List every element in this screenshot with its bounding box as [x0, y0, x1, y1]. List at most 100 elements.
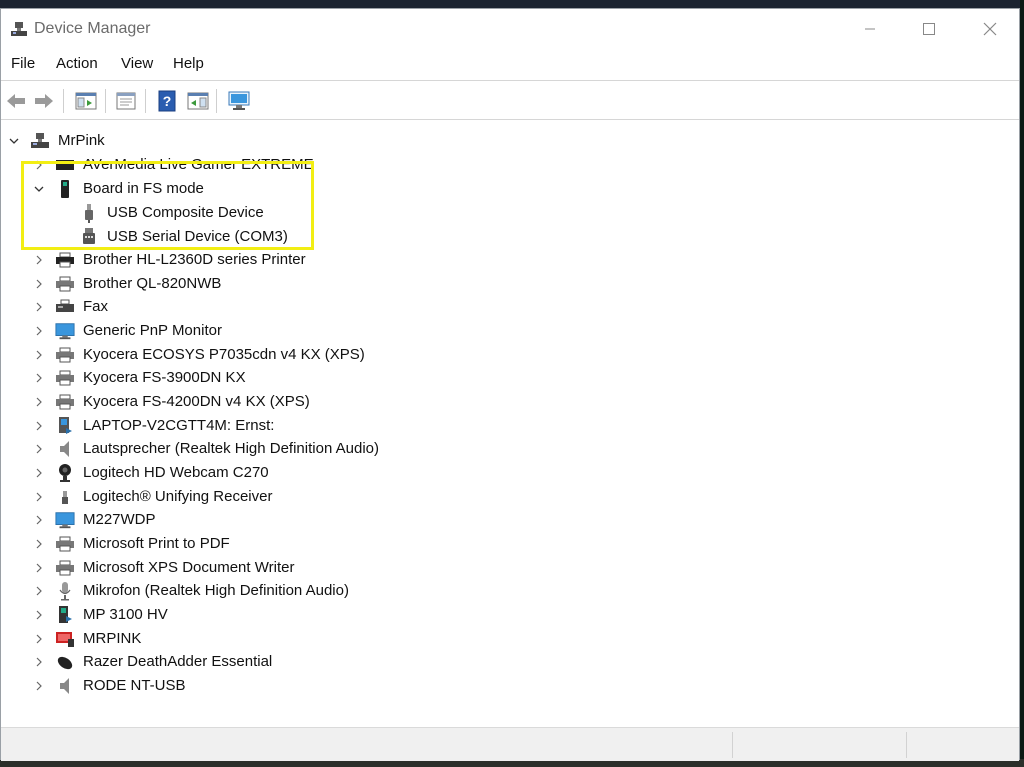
device-tree[interactable]: MrPink AVerMedia Live Gamer EXTREME Boar… [1, 121, 1019, 729]
chevron-right-icon[interactable] [32, 253, 46, 267]
title-bar[interactable]: Device Manager [1, 9, 1019, 49]
properties-button[interactable] [114, 89, 138, 113]
maximize-icon [923, 23, 935, 35]
forward-button[interactable] [32, 89, 56, 113]
usb-serial-icon [79, 227, 99, 247]
printer-icon [55, 558, 75, 578]
tree-item-label: Lautsprecher (Realtek High Definition Au… [83, 440, 379, 457]
tree-item[interactable]: Mikrofon (Realtek High Definition Audio) [32, 579, 349, 602]
chevron-right-icon[interactable] [32, 537, 46, 551]
tree-child-item[interactable]: USB Composite Device [79, 201, 264, 224]
printer-icon [55, 368, 75, 388]
tree-item[interactable]: Kyocera FS-4200DN v4 KX (XPS) [32, 390, 310, 413]
tree-item[interactable]: Kyocera FS-3900DN KX [32, 366, 246, 389]
chevron-right-icon[interactable] [32, 679, 46, 693]
tree-item[interactable]: Lautsprecher (Realtek High Definition Au… [32, 437, 379, 460]
toolbar-separator [216, 89, 217, 113]
tree-item[interactable]: Logitech® Unifying Receiver [32, 485, 272, 508]
chevron-right-icon[interactable] [32, 324, 46, 338]
speaker-icon [55, 439, 75, 459]
media-device-icon [55, 416, 75, 436]
tree-item[interactable]: Board in FS mode [32, 177, 204, 200]
tree-item[interactable]: Microsoft Print to PDF [32, 532, 230, 555]
chevron-right-icon[interactable] [32, 466, 46, 480]
tree-child-item[interactable]: USB Serial Device (COM3) [79, 225, 288, 248]
action-pane-button[interactable] [186, 89, 210, 113]
tree-item-label: Mikrofon (Realtek High Definition Audio) [83, 582, 349, 599]
menu-help[interactable]: Help [173, 55, 204, 72]
computer-red-icon [55, 629, 75, 649]
tree-item[interactable]: MRPINK [32, 627, 141, 650]
tree-item-label: Fax [83, 298, 109, 315]
tree-item-label: Razer DeathAdder Essential [83, 653, 273, 670]
capture-card-icon [55, 155, 75, 175]
tree-item[interactable]: MP 3100 HV [32, 603, 168, 626]
mouse-icon [55, 652, 75, 672]
tree-item[interactable]: Brother QL-820NWB [32, 272, 221, 295]
chevron-right-icon[interactable] [32, 442, 46, 456]
close-icon [983, 22, 997, 36]
menu-bar: File Action View Help [1, 53, 1019, 77]
tree-item[interactable]: Razer DeathAdder Essential [32, 650, 272, 673]
usb-plug-icon [79, 203, 99, 223]
toolbar-separator [63, 89, 64, 113]
chevron-right-icon[interactable] [32, 561, 46, 575]
chevron-down-icon[interactable] [7, 134, 21, 148]
chevron-right-icon[interactable] [32, 632, 46, 646]
chevron-right-icon[interactable] [32, 490, 46, 504]
printer-icon [55, 250, 75, 270]
menu-view[interactable]: View [121, 55, 153, 72]
menu-action[interactable]: Action [56, 55, 98, 72]
tree-item[interactable]: M227WDP [32, 508, 156, 531]
speaker-icon [55, 676, 75, 696]
back-arrow-icon [7, 94, 25, 108]
back-button[interactable] [4, 89, 28, 113]
tree-item[interactable]: Brother HL-L2360D series Printer [32, 248, 306, 271]
chevron-right-icon[interactable] [32, 513, 46, 527]
tree-item-label: Brother HL-L2360D series Printer [83, 251, 306, 268]
tree-item[interactable]: Logitech HD Webcam C270 [32, 461, 269, 484]
chevron-right-icon[interactable] [32, 395, 46, 409]
scan-hardware-icon [228, 91, 250, 110]
chevron-right-icon[interactable] [32, 300, 46, 314]
tree-item[interactable]: LAPTOP-V2CGTT4M: Ernst: [32, 414, 274, 437]
minimize-button[interactable] [847, 9, 893, 49]
chevron-right-icon[interactable] [32, 158, 46, 172]
printer-icon [55, 392, 75, 412]
tree-item[interactable]: Microsoft XPS Document Writer [32, 556, 294, 579]
status-divider [732, 732, 733, 758]
tree-item-label: LAPTOP-V2CGTT4M: Ernst: [83, 417, 275, 434]
properties-icon [116, 92, 136, 110]
tree-item-label: Kyocera ECOSYS P7035cdn v4 KX (XPS) [83, 346, 365, 363]
board-icon [55, 179, 75, 199]
chevron-down-icon[interactable] [32, 182, 46, 196]
status-divider [906, 732, 907, 758]
chevron-right-icon[interactable] [32, 608, 46, 622]
tree-item[interactable]: Generic PnP Monitor [32, 319, 222, 342]
tree-root-node[interactable]: MrPink [7, 129, 105, 152]
menu-file[interactable]: File [11, 55, 35, 72]
close-button[interactable] [967, 9, 1013, 49]
tree-item[interactable]: Fax [32, 295, 108, 318]
chevron-right-icon[interactable] [32, 584, 46, 598]
device-manager-app-icon [11, 22, 27, 36]
chevron-right-icon[interactable] [32, 419, 46, 433]
show-hide-console-tree-button[interactable] [74, 89, 98, 113]
toolbar-separator [105, 89, 106, 113]
maximize-button[interactable] [906, 9, 952, 49]
tree-item[interactable]: RODE NT-USB [32, 674, 186, 697]
tree-item-label: Microsoft XPS Document Writer [83, 559, 295, 576]
minimize-icon [865, 28, 875, 30]
help-button[interactable]: ? [155, 89, 179, 113]
tree-item-label: Brother QL-820NWB [83, 275, 222, 292]
scan-hardware-button[interactable] [227, 89, 251, 113]
chevron-right-icon[interactable] [32, 277, 46, 291]
tree-item[interactable]: Kyocera ECOSYS P7035cdn v4 KX (XPS) [32, 343, 365, 366]
tree-item-label: Logitech® Unifying Receiver [83, 488, 273, 505]
monitor-icon [55, 321, 75, 341]
tree-item[interactable]: AVerMedia Live Gamer EXTREME [32, 153, 314, 176]
chevron-right-icon[interactable] [32, 371, 46, 385]
chevron-right-icon[interactable] [32, 655, 46, 669]
printer-icon [55, 345, 75, 365]
chevron-right-icon[interactable] [32, 348, 46, 362]
